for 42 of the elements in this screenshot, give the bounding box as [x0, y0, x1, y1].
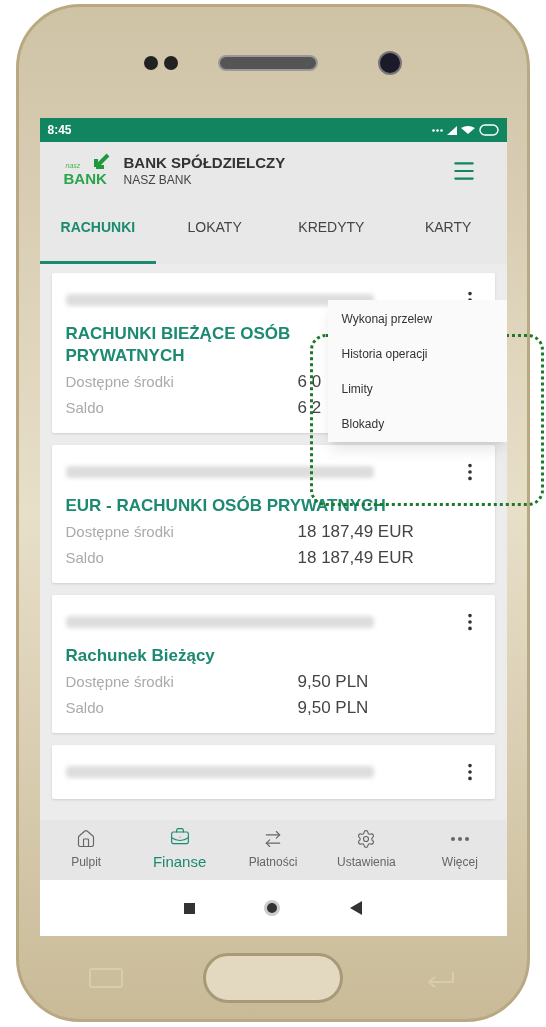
row-value: 18 187,49 EUR	[297, 521, 414, 543]
row-value: 6 2	[297, 397, 322, 419]
tab[interactable]: KARTY	[389, 200, 507, 264]
bank-subtitle: NASZ BANK	[123, 172, 193, 188]
nav-item[interactable]: Finanse	[132, 820, 227, 880]
camera-icon	[378, 50, 402, 75]
row-label: Dostępne środki	[65, 372, 175, 392]
row-value: 9,50 PLN	[297, 697, 369, 719]
row-label: Saldo	[65, 548, 105, 568]
briefcase-icon	[169, 826, 190, 847]
row-label: Saldo	[65, 398, 105, 418]
speaker-grill-icon	[218, 54, 318, 71]
account-name: RACHUNKI BIEŻĄCE OSÓB PRYWATNYCH	[65, 323, 292, 367]
account-name: EUR - RACHUNKI OSÓB PRYWATNYCH	[65, 495, 386, 517]
settings-icon	[356, 829, 377, 849]
tab[interactable]: LOKATY	[156, 200, 273, 264]
recents-icon[interactable]	[184, 902, 196, 914]
status-time: 8:45	[47, 122, 72, 139]
signal-icon	[446, 125, 457, 135]
row-label: Saldo	[65, 698, 105, 718]
back-triangle-icon[interactable]	[349, 901, 362, 915]
nav-item[interactable]: Ustawienia	[319, 820, 414, 880]
account-card[interactable]: EUR - RACHUNKI OSÓB PRYWATNYCH Dostępne środki 18 187,49 EUR Saldo 18 187,49 EUR	[51, 445, 495, 583]
nav-item[interactable]: Więcej	[413, 820, 507, 880]
battery-icon	[478, 124, 499, 136]
row-value: 9,50 PLN	[297, 671, 369, 693]
dots-icon	[431, 128, 443, 132]
row-label: Dostępne środki	[65, 522, 175, 542]
bank-title: BANK SPÓŁDZIELCZY	[123, 154, 286, 173]
more-icon	[450, 837, 469, 841]
row-label: Dostępne środki	[65, 672, 175, 692]
row-value: 18 187,49 EUR	[297, 547, 414, 569]
nav-item[interactable]: Płatności	[226, 820, 320, 880]
home-icon	[76, 829, 97, 849]
account-card[interactable]: Rachunek Bieżący Dostępne środki 9,50 PLN Saldo 9,50 PLN	[51, 595, 495, 733]
transfer-arrows-icon	[263, 829, 283, 849]
nav-item[interactable]: Pulpit	[39, 820, 133, 880]
wifi-icon	[460, 126, 475, 134]
row-value: 6 0	[297, 371, 322, 393]
tab[interactable]: KREDYTY	[273, 200, 390, 264]
sensor-dots-icon	[144, 55, 178, 70]
account-name: Rachunek Bieżący	[65, 645, 215, 667]
